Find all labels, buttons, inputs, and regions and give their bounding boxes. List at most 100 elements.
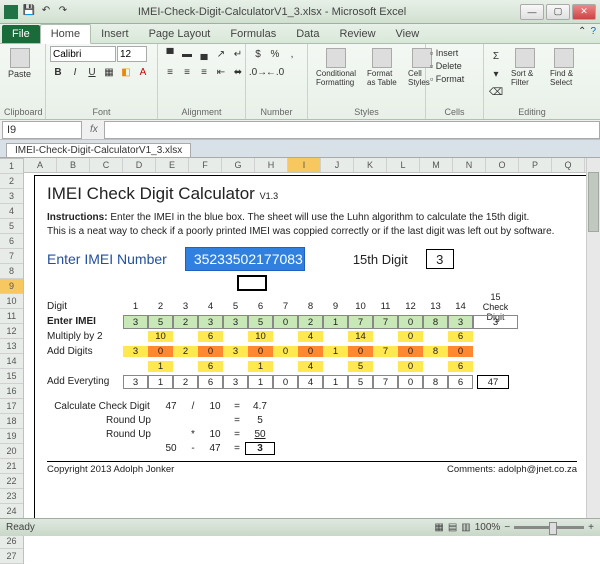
column-header[interactable]: H	[255, 158, 288, 172]
tab-insert[interactable]: Insert	[91, 25, 139, 43]
currency-button[interactable]: $	[250, 46, 266, 62]
minimize-ribbon-icon[interactable]: ⌃	[578, 26, 586, 37]
row-header[interactable]: 13	[0, 339, 23, 354]
row-header[interactable]: 5	[0, 219, 23, 234]
view-break-icon[interactable]: ▥	[461, 522, 470, 533]
align-top-button[interactable]: ▀	[162, 46, 178, 62]
zoom-level[interactable]: 100%	[475, 522, 501, 533]
column-header[interactable]: I	[288, 158, 321, 172]
close-button[interactable]: ✕	[572, 4, 596, 20]
row-header[interactable]: 27	[0, 549, 23, 564]
column-header[interactable]: C	[90, 158, 123, 172]
row-header[interactable]: 22	[0, 474, 23, 489]
column-header[interactable]: G	[222, 158, 255, 172]
fill-button[interactable]: ▾	[488, 66, 504, 82]
align-right-button[interactable]: ≡	[196, 64, 212, 80]
row-header[interactable]: 20	[0, 444, 23, 459]
tab-data[interactable]: Data	[286, 25, 329, 43]
row-header[interactable]: 12	[0, 324, 23, 339]
vertical-scrollbar[interactable]	[586, 158, 600, 518]
row-header[interactable]: 14	[0, 354, 23, 369]
column-header[interactable]: K	[354, 158, 387, 172]
row-header[interactable]: 10	[0, 294, 23, 309]
font-color-button[interactable]: A	[135, 64, 151, 80]
delete-cells-button[interactable]: ▫ Delete	[430, 61, 464, 71]
row-header[interactable]: 7	[0, 249, 23, 264]
maximize-button[interactable]: ▢	[546, 4, 570, 20]
row-header[interactable]: 23	[0, 489, 23, 504]
percent-button[interactable]: %	[267, 46, 283, 62]
row-header[interactable]: 17	[0, 399, 23, 414]
align-left-button[interactable]: ≡	[162, 64, 178, 80]
row-header[interactable]: 4	[0, 204, 23, 219]
zoom-in-button[interactable]: +	[588, 522, 594, 533]
zoom-out-button[interactable]: −	[504, 522, 510, 533]
column-header[interactable]: N	[453, 158, 486, 172]
autosum-button[interactable]: Σ	[488, 48, 504, 64]
column-header[interactable]: B	[57, 158, 90, 172]
bold-button[interactable]: B	[50, 64, 66, 80]
tab-review[interactable]: Review	[329, 25, 385, 43]
find-select-button[interactable]: Find & Select	[546, 46, 582, 89]
align-center-button[interactable]: ≡	[179, 64, 195, 80]
column-header[interactable]: M	[420, 158, 453, 172]
column-header[interactable]: F	[189, 158, 222, 172]
border-button[interactable]: ▦	[101, 64, 117, 80]
decrease-decimal-button[interactable]: ←.0	[267, 64, 283, 80]
row-header[interactable]: 8	[0, 264, 23, 279]
column-header[interactable]: D	[123, 158, 156, 172]
imei-input[interactable]: 35233502177083	[185, 247, 305, 271]
paste-button[interactable]: Paste	[4, 46, 35, 81]
clear-button[interactable]: ⌫	[488, 84, 504, 100]
column-header[interactable]: P	[519, 158, 552, 172]
align-middle-button[interactable]: ▬	[179, 46, 195, 62]
column-header[interactable]: A	[24, 158, 57, 172]
tab-file[interactable]: File	[2, 25, 40, 43]
align-bottom-button[interactable]: ▄	[196, 46, 212, 62]
active-cell-cursor[interactable]	[237, 275, 267, 291]
indent-dec-button[interactable]: ⇤	[213, 64, 229, 80]
workbook-tab[interactable]: IMEI-Check-Digit-CalculatorV1_3.xlsx	[6, 143, 191, 157]
save-icon[interactable]: 💾	[22, 3, 36, 17]
row-header[interactable]: 6	[0, 234, 23, 249]
row-header[interactable]: 18	[0, 414, 23, 429]
font-name-select[interactable]	[50, 46, 116, 62]
comma-button[interactable]: ,	[284, 46, 300, 62]
format-cells-button[interactable]: ▫ Format	[430, 74, 464, 84]
row-header[interactable]: 2	[0, 174, 23, 189]
merge-button[interactable]: ⬌	[230, 64, 246, 80]
increase-decimal-button[interactable]: .0→	[250, 64, 266, 80]
italic-button[interactable]: I	[67, 64, 83, 80]
row-header[interactable]: 1	[0, 159, 23, 174]
view-normal-icon[interactable]: ▦	[434, 522, 443, 533]
fill-color-button[interactable]: ◧	[118, 64, 134, 80]
name-box[interactable]: I9	[2, 121, 82, 139]
row-header[interactable]: 24	[0, 504, 23, 519]
wrap-text-button[interactable]: ↵	[230, 46, 246, 62]
row-header[interactable]: 26	[0, 534, 23, 549]
sort-filter-button[interactable]: Sort & Filter	[507, 46, 543, 89]
row-header[interactable]: 11	[0, 309, 23, 324]
fx-icon[interactable]: fx	[84, 124, 104, 135]
column-header[interactable]: E	[156, 158, 189, 172]
conditional-formatting-button[interactable]: Conditional Formatting	[312, 46, 360, 89]
underline-button[interactable]: U	[84, 64, 100, 80]
font-size-select[interactable]	[117, 46, 147, 62]
format-as-table-button[interactable]: Format as Table	[363, 46, 401, 89]
zoom-slider[interactable]	[514, 526, 584, 529]
row-headers[interactable]: 1234567891011121314151617181920212223242…	[0, 159, 24, 564]
formula-input[interactable]	[104, 121, 600, 139]
tab-formulas[interactable]: Formulas	[220, 25, 286, 43]
insert-cells-button[interactable]: ▫ Insert	[430, 48, 464, 58]
tab-page-layout[interactable]: Page Layout	[139, 25, 221, 43]
row-header[interactable]: 3	[0, 189, 23, 204]
row-header[interactable]: 15	[0, 369, 23, 384]
orientation-button[interactable]: ↗	[213, 46, 229, 62]
row-header[interactable]: 9	[0, 279, 23, 294]
row-header[interactable]: 21	[0, 459, 23, 474]
minimize-button[interactable]: —	[520, 4, 544, 20]
column-header[interactable]: L	[387, 158, 420, 172]
row-header[interactable]: 16	[0, 384, 23, 399]
row-header[interactable]: 19	[0, 429, 23, 444]
redo-icon[interactable]: ↷	[56, 3, 70, 17]
